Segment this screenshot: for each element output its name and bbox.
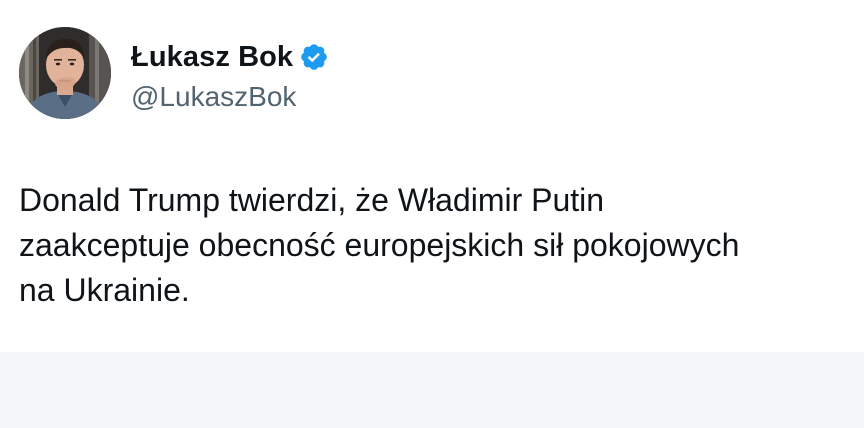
author-display-name[interactable]: Łukasz Bok bbox=[131, 41, 293, 74]
card-footer-background bbox=[0, 352, 864, 428]
tweet-text: Donald Trump twierdzi, że Władimir Putin… bbox=[19, 182, 740, 308]
tweet-card: Łukasz Bok @LukaszBok Donald Trump twier… bbox=[0, 0, 864, 428]
author-handle[interactable]: @LukaszBok bbox=[131, 81, 296, 113]
profile-photo-icon bbox=[19, 27, 111, 119]
verified-badge-icon bbox=[299, 42, 329, 72]
avatar[interactable] bbox=[19, 27, 111, 119]
author-name-row: Łukasz Bok bbox=[131, 40, 329, 74]
